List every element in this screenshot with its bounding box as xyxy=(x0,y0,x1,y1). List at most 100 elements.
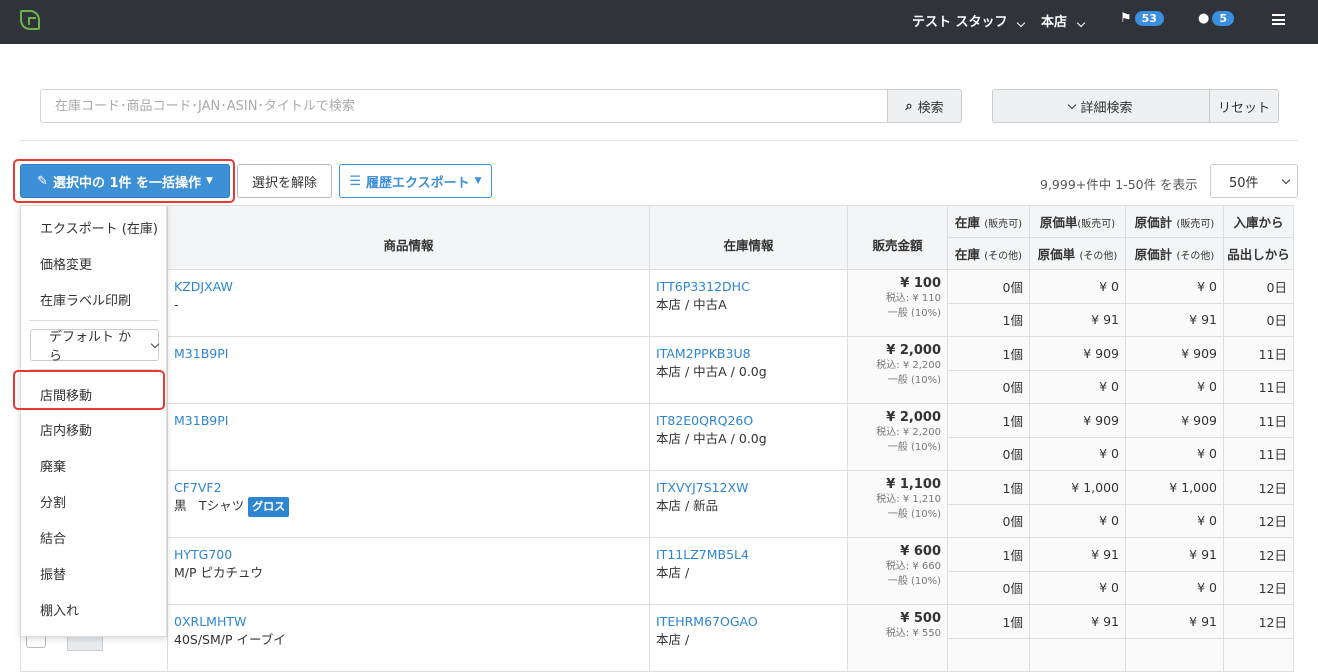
user-menu[interactable]: テスト スタッフ xyxy=(912,11,1026,30)
metric-cell: 0個 xyxy=(947,436,1030,471)
price-value: ¥ 2,000 xyxy=(886,343,941,358)
product-column-header: 商品情報 xyxy=(167,205,650,270)
stock-other-header[interactable]: 在庫 (その他) xyxy=(947,237,1030,270)
metric-cell: ¥ 0 xyxy=(1029,269,1126,304)
metric-cell: ¥ 1,000 xyxy=(1029,470,1126,505)
highlight-store-transfer xyxy=(13,370,165,410)
inventory-table: 商品情報 在庫情報 販売金額 在庫 (販売可) 原価単(販売可) 原価計 (販売… xyxy=(20,205,1294,672)
hamburger-menu-icon[interactable] xyxy=(1272,14,1285,25)
menu-item-export-stock[interactable]: エクスポート (在庫) xyxy=(40,218,158,237)
product-code-link[interactable]: HYTG700 xyxy=(174,547,232,562)
price-cell: ¥ 1,100 税込: ¥ 1,210 一般 (10%) xyxy=(847,470,948,538)
arrival-days-header[interactable]: 入庫から xyxy=(1223,205,1294,238)
metric-cell: ¥ 91 xyxy=(1029,604,1126,639)
stock-code-link[interactable]: ITAM2PPKB3U8 xyxy=(656,346,751,361)
price-cell: ¥ 100 税込: ¥ 110 一般 (10%) xyxy=(847,269,948,337)
reset-button[interactable]: リセット xyxy=(1209,89,1279,123)
history-export-label: 履歴エクスポート xyxy=(366,175,470,191)
product-name: 黒 Tシャツ xyxy=(174,498,245,513)
metric-cell: ¥ 0 xyxy=(1125,369,1224,404)
shipout-days-header[interactable]: 品出しから xyxy=(1223,237,1294,270)
cost-total-other-header[interactable]: 原価計 (その他) xyxy=(1125,237,1224,270)
stock-code-link[interactable]: IT82E0QRQ26O xyxy=(656,413,753,428)
menu-item-internal-move[interactable]: 店内移動 xyxy=(40,420,92,439)
template-select[interactable]: デフォルト から xyxy=(30,329,160,364)
stock-sellable-header[interactable]: 在庫 (販売可) xyxy=(947,205,1030,238)
price-tax: 税込: ¥ 550 xyxy=(885,628,941,639)
price-tax: 税込: ¥ 2,200 xyxy=(876,427,941,438)
product-info-cell: M31B9PI xyxy=(167,403,650,471)
metric-cell: ¥ 0 xyxy=(1125,436,1224,471)
per-page-select[interactable]: 50件 xyxy=(1210,164,1298,198)
stock-info-cell: ITXVYJ7S12XW 本店 / 新品 xyxy=(649,470,848,538)
product-code-link[interactable]: CF7VF2 xyxy=(174,480,222,495)
product-code-link[interactable]: M31B9PI xyxy=(174,346,228,361)
stock-code-link[interactable]: ITT6P3312DHC xyxy=(656,279,750,294)
metric-cell: ¥ 91 xyxy=(1029,302,1126,337)
price-tax: 税込: ¥ 110 xyxy=(885,293,941,304)
stock-code-link[interactable]: ITXVYJ7S12XW xyxy=(656,480,748,495)
advanced-search-button[interactable]: 詳細検索 xyxy=(992,89,1210,123)
product-name: - xyxy=(174,297,179,312)
metric-cell xyxy=(947,637,1030,672)
menu-item-shelving[interactable]: 棚入れ xyxy=(40,600,79,619)
metric-cell: ¥ 909 xyxy=(1125,336,1224,371)
menu-item-price-change[interactable]: 価格変更 xyxy=(40,254,92,273)
menu-item-dispose[interactable]: 廃棄 xyxy=(40,456,66,475)
messages-button[interactable]: ● 5 xyxy=(1198,11,1234,26)
leaf-logo-icon[interactable] xyxy=(20,10,40,30)
metric-cell: ¥ 91 xyxy=(1125,537,1224,572)
metric-cell: 0個 xyxy=(947,570,1030,605)
product-name: M/P ピカチュウ xyxy=(174,565,264,580)
table-row: KZDJXAW - ITT6P3312DHC 本店 / 中古A ¥ 100 税込: ¥ 1… xyxy=(20,269,1294,337)
table-row: M31B9PI ITAM2PPKB3U8 本店 / 中古A / 0.0g ¥ 2,00… xyxy=(20,336,1294,404)
metric-cell: 12日 xyxy=(1223,604,1294,639)
advanced-search-label: 詳細検索 xyxy=(1080,100,1133,116)
store-menu[interactable]: 本店 xyxy=(1041,11,1085,30)
menu-item-label-print[interactable]: 在庫ラベル印刷 xyxy=(40,290,131,309)
product-tag-badge: グロス xyxy=(248,497,290,517)
search-input[interactable] xyxy=(40,89,888,123)
cost-other-header[interactable]: 原価単 (その他) xyxy=(1029,237,1126,270)
metric-cell: 1個 xyxy=(947,604,1030,639)
product-code-link[interactable]: M31B9PI xyxy=(174,413,228,428)
cost-sellable-header[interactable]: 原価単(販売可) xyxy=(1029,205,1126,238)
metric-cell: 1個 xyxy=(947,336,1030,371)
stock-code-link[interactable]: IT11LZ7MB5L4 xyxy=(656,547,749,562)
stock-detail: 本店 / xyxy=(656,632,690,647)
metric-cell: 0個 xyxy=(947,503,1030,538)
menu-item-merge[interactable]: 結合 xyxy=(40,528,66,547)
stock-info-cell: ITEHRM67OGAO 本店 / xyxy=(649,604,848,672)
price-tax: 税込: ¥ 2,200 xyxy=(876,360,941,371)
stock-code-link[interactable]: ITEHRM67OGAO xyxy=(656,614,758,629)
product-info-cell: KZDJXAW - xyxy=(167,269,650,337)
notifications-button[interactable]: ⚑ 53 xyxy=(1120,11,1164,26)
stock-detail: 本店 / 中古A xyxy=(656,297,727,312)
flag-count-badge: 53 xyxy=(1134,11,1164,26)
stock-detail: 本店 / 中古A / 0.0g xyxy=(656,364,767,379)
menu-item-split[interactable]: 分割 xyxy=(40,492,66,511)
stock-info-cell: IT82E0QRQ26O 本店 / 中古A / 0.0g xyxy=(649,403,848,471)
metric-cell xyxy=(1029,637,1126,672)
per-page-value: 50件 xyxy=(1229,175,1259,191)
table-row: M31B9PI IT82E0QRQ26O 本店 / 中古A / 0.0g ¥ 2,00… xyxy=(20,403,1294,471)
menu-item-transfer[interactable]: 振替 xyxy=(40,564,66,583)
divider xyxy=(20,140,1298,141)
caret-down-icon: ▼ xyxy=(474,176,482,186)
price-tier: 一般 (10%) xyxy=(887,576,941,587)
price-tier: 一般 (10%) xyxy=(887,509,941,520)
deselect-button[interactable]: 選択を解除 xyxy=(237,164,332,198)
metric-cell: 12日 xyxy=(1223,537,1294,572)
price-value: ¥ 100 xyxy=(900,276,941,291)
chevron-down-icon xyxy=(150,339,160,348)
chevron-down-icon xyxy=(1068,100,1077,109)
cost-total-sellable-header[interactable]: 原価計 (販売可) xyxy=(1125,205,1224,238)
product-code-link[interactable]: 0XRLMHTW xyxy=(174,614,246,629)
metric-cell: 0個 xyxy=(947,269,1030,304)
history-export-button[interactable]: ☰ 履歴エクスポート ▼ xyxy=(339,164,492,198)
search-button[interactable]: ⌕ 検索 xyxy=(887,89,962,123)
product-info-cell: HYTG700 M/P ピカチュウ xyxy=(167,537,650,605)
metric-cell: ¥ 0 xyxy=(1125,269,1224,304)
metric-cell: 11日 xyxy=(1223,369,1294,404)
product-code-link[interactable]: KZDJXAW xyxy=(174,279,233,294)
